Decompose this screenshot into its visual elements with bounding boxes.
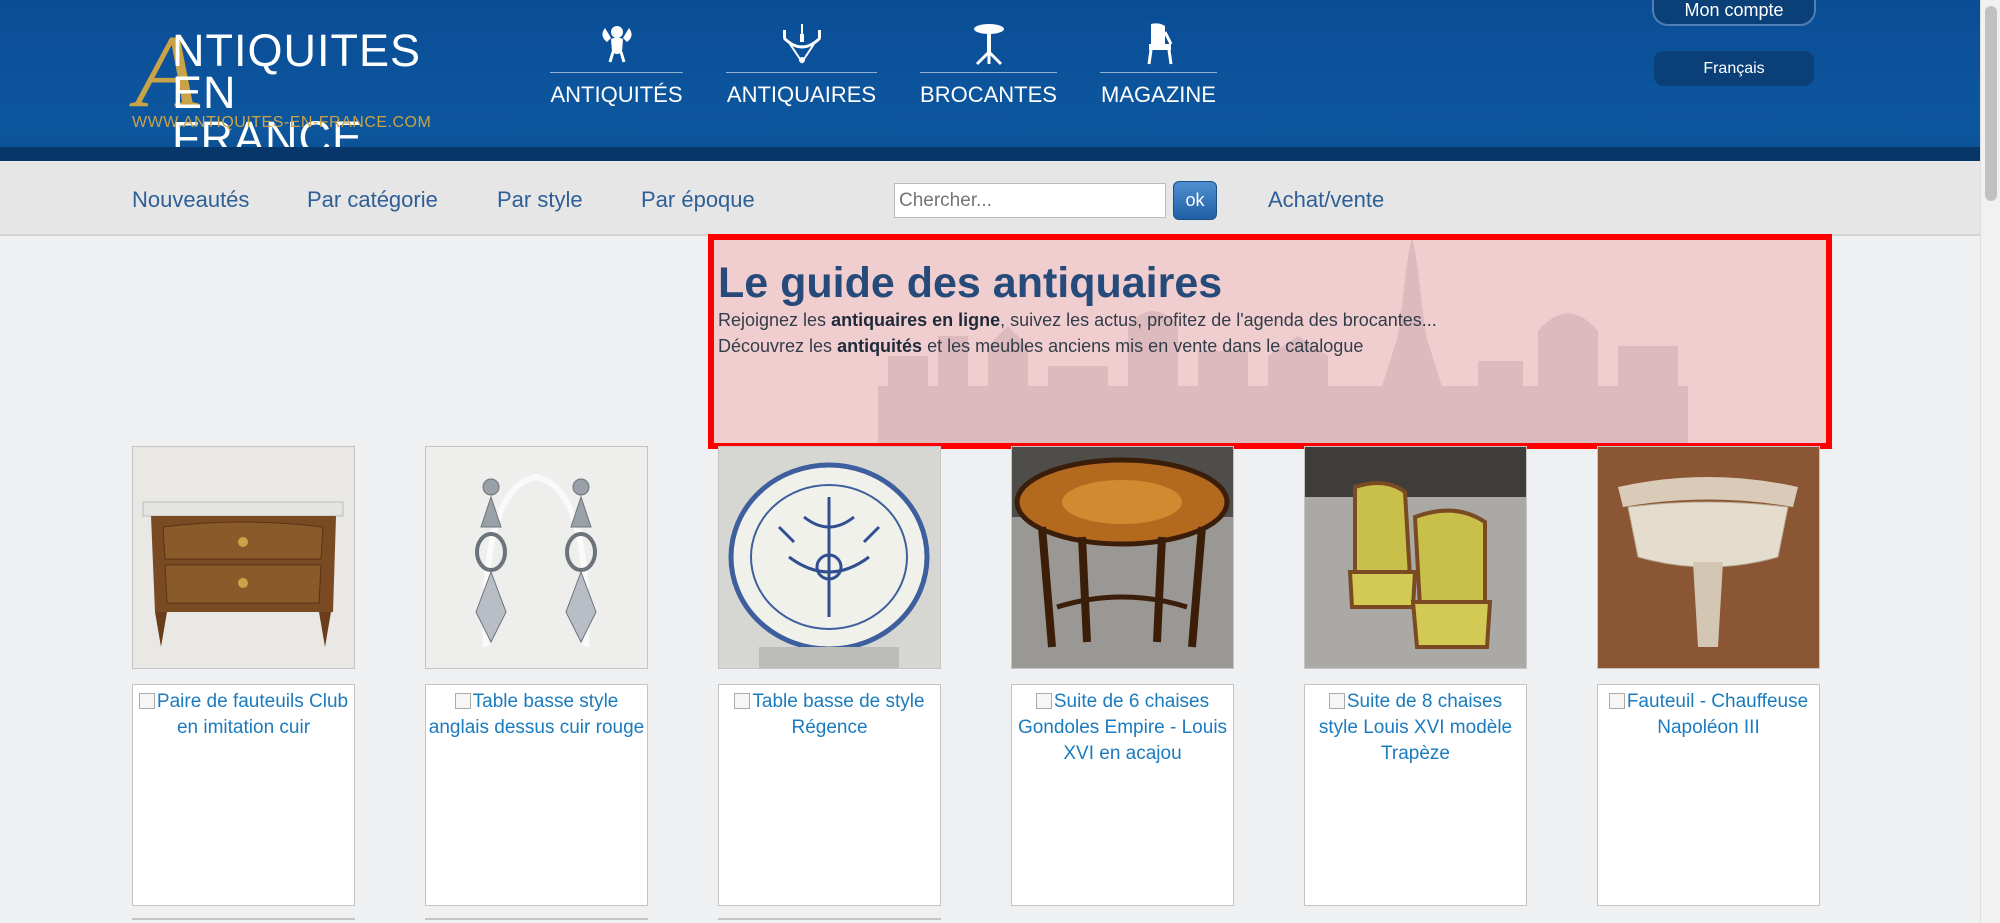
broken-image-icon <box>734 693 751 709</box>
search-input[interactable] <box>894 183 1166 218</box>
product-thumbnail-plate[interactable] <box>718 446 941 669</box>
nav-brocantes[interactable]: BROCANTES <box>920 22 1057 112</box>
product-card[interactable]: Table basse style anglais dessus cuir ro… <box>425 684 648 906</box>
product-card-peek <box>425 918 648 923</box>
scrollbar-thumb[interactable] <box>1985 6 1997 201</box>
faience-plate-photo <box>719 447 940 668</box>
broken-image-icon <box>1328 693 1345 709</box>
intro-line-2: Découvrez les antiquités et les meubles … <box>718 336 1363 357</box>
product-caption[interactable]: Suite de 8 chaises style Louis XVI modèl… <box>1319 691 1512 764</box>
product-card-peek <box>718 918 941 923</box>
nav-label: ANTIQUAIRES <box>726 82 877 107</box>
chandelier-icon <box>782 24 821 64</box>
intro-emphasis: antiquaires en ligne <box>831 310 1001 330</box>
broken-image-icon <box>1035 693 1052 709</box>
intro-text: et les meubles anciens mis en vente dans… <box>922 336 1364 356</box>
language-selector[interactable]: Français <box>1654 51 1814 86</box>
site-logo[interactable]: A NTIQUITES EN FRANCE WWW.ANTIQUITES-EN-… <box>130 20 440 161</box>
site-header: A NTIQUITES EN FRANCE WWW.ANTIQUITES-EN-… <box>0 0 1980 161</box>
subnav-nouveautes[interactable]: Nouveautés <box>132 187 249 213</box>
page-title: Le guide des antiquaires <box>718 259 1223 307</box>
broken-image-icon <box>1608 693 1625 709</box>
product-card[interactable]: Table basse de style Régence <box>718 684 941 906</box>
subnav-achat-vente[interactable]: Achat/vente <box>1268 187 1384 213</box>
sub-nav: Nouveautés Par catégorie Par style Par é… <box>0 161 1980 236</box>
nav-magazine[interactable]: MAGAZINE <box>1100 22 1217 112</box>
nav-label: BROCANTES <box>920 82 1057 107</box>
product-card[interactable]: Suite de 8 chaises style Louis XVI modèl… <box>1304 684 1527 906</box>
nav-antiquaires[interactable]: ANTIQUAIRES <box>726 22 877 112</box>
header-stripe <box>0 147 1980 161</box>
commode-photo <box>133 447 354 668</box>
nav-divider <box>1100 72 1217 73</box>
page-scrollbar[interactable] <box>1980 0 2000 923</box>
product-caption[interactable]: Paire de fauteuils Club en imitation cui… <box>157 691 348 738</box>
product-caption[interactable]: Fauteuil - Chauffeuse Napoléon III <box>1627 691 1808 738</box>
product-card-peek <box>132 918 355 923</box>
product-thumbnail-commode[interactable] <box>132 446 355 669</box>
intro-text: , suivez les actus, profitez de l'agenda… <box>1000 310 1437 330</box>
broken-image-icon <box>454 693 471 709</box>
product-thumbnail-table[interactable] <box>1011 446 1234 669</box>
intro-emphasis: antiquités <box>837 336 923 356</box>
cherub-icon <box>601 26 632 63</box>
product-thumbnail-earrings[interactable] <box>425 446 648 669</box>
subnav-par-style[interactable]: Par style <box>497 187 583 213</box>
product-thumbnail-console[interactable] <box>1597 446 1820 669</box>
pedestal-table-icon <box>973 24 1004 66</box>
intro-text: Rejoignez les <box>718 310 832 330</box>
intro-text: Découvrez les <box>718 336 838 356</box>
console-photo <box>1598 447 1819 668</box>
product-caption[interactable]: Table basse de style Régence <box>752 691 924 738</box>
chair-icon <box>1147 23 1172 65</box>
nav-label: ANTIQUITÉS <box>550 82 683 107</box>
product-card[interactable]: Fauteuil - Chauffeuse Napoléon III <box>1597 684 1820 906</box>
nav-divider <box>550 72 683 73</box>
earrings-photo <box>426 447 647 668</box>
subnav-par-categorie[interactable]: Par catégorie <box>307 187 438 213</box>
product-card[interactable]: Suite de 6 chaises Gondoles Empire - Lou… <box>1011 684 1234 906</box>
product-card[interactable]: Paire de fauteuils Club en imitation cui… <box>132 684 355 906</box>
logo-url: WWW.ANTIQUITES-EN-FRANCE.COM <box>132 114 432 131</box>
armchairs-photo <box>1305 447 1526 668</box>
nav-divider <box>920 72 1057 73</box>
nav-label: MAGAZINE <box>1101 82 1216 107</box>
nav-divider <box>726 72 877 73</box>
search-button[interactable]: ok <box>1173 181 1217 220</box>
subnav-par-epoque[interactable]: Par époque <box>641 187 755 213</box>
intro-line-1: Rejoignez les antiquaires en ligne, suiv… <box>718 310 1437 331</box>
nav-antiquites[interactable]: ANTIQUITÉS <box>550 22 683 112</box>
marquetry-table-photo <box>1012 447 1233 668</box>
broken-image-icon <box>138 693 155 709</box>
account-button[interactable]: Mon compte <box>1652 0 1816 26</box>
product-thumbnail-armchairs[interactable] <box>1304 446 1527 669</box>
